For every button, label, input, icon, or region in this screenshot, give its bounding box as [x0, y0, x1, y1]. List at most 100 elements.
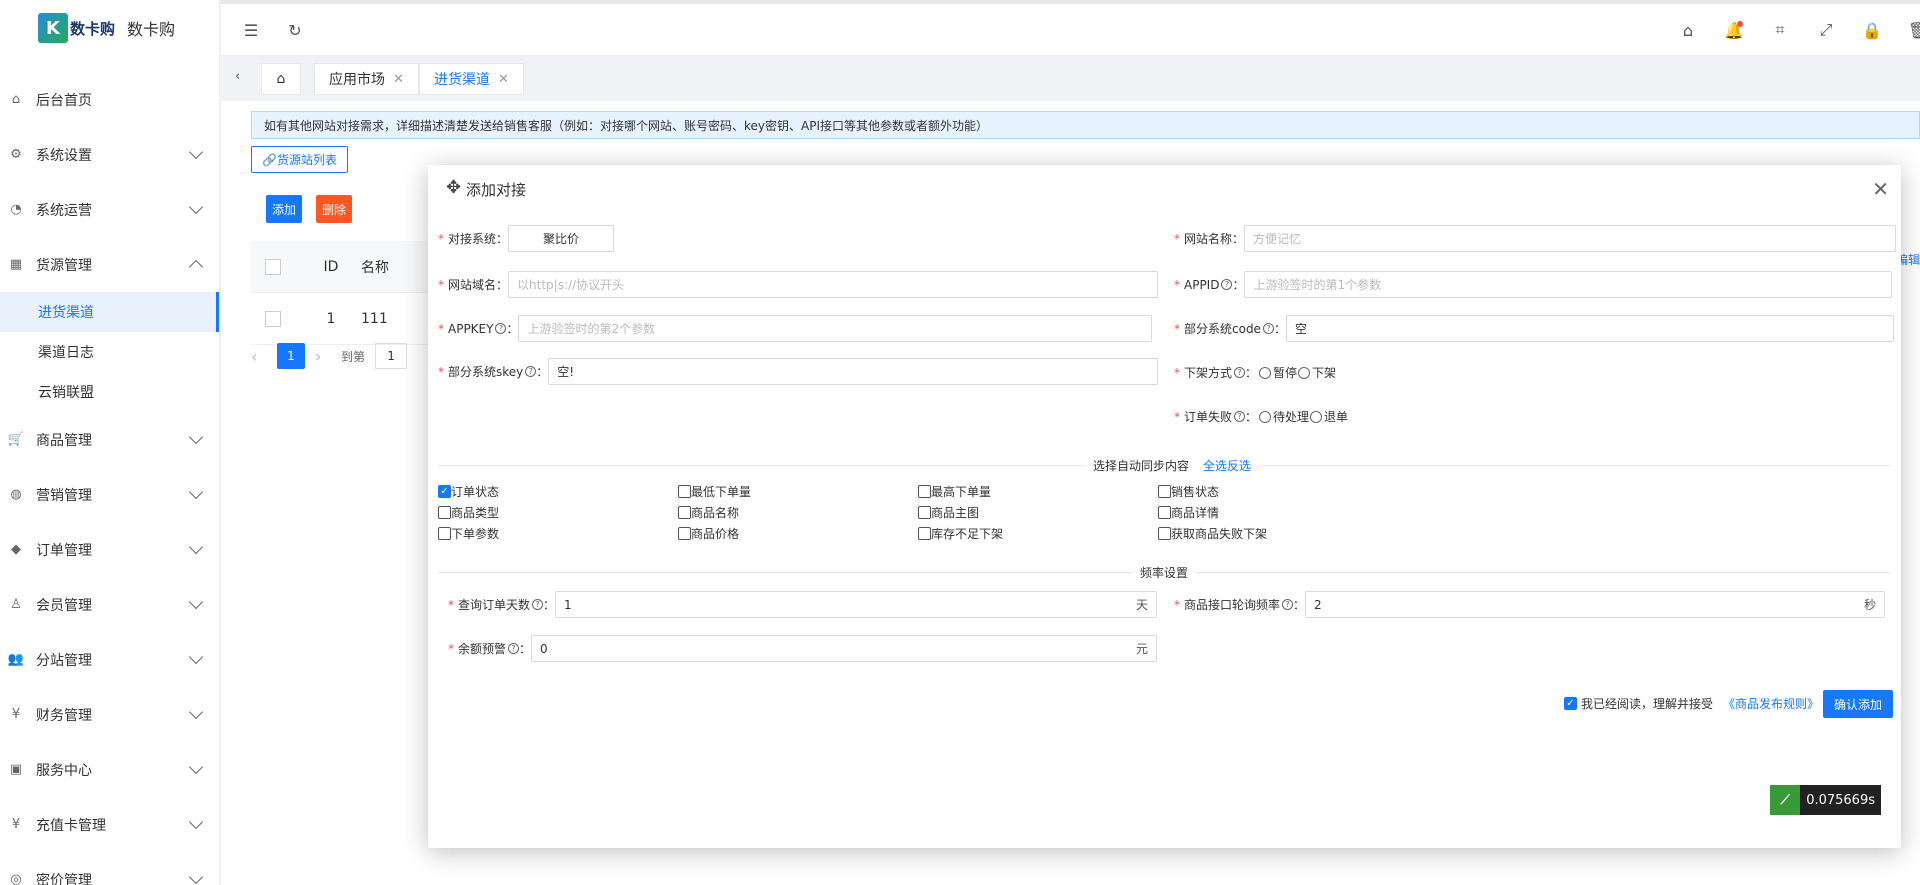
sidebar-item-finance[interactable]: ¥ 财务管理	[0, 687, 219, 742]
source-list-button[interactable]: 🔗 货源站列表	[251, 146, 348, 173]
chevron-left-icon[interactable]: ‹	[235, 69, 253, 87]
help-icon[interactable]: ?	[525, 366, 537, 377]
add-button[interactable]: 添加	[266, 195, 302, 223]
sidebar-item-system-operations[interactable]: ◔ 系统运营	[0, 182, 219, 237]
sidebar-subitem-cloud-alliance[interactable]: 云销联盟	[0, 372, 219, 412]
confirm-add-button[interactable]: 确认添加	[1822, 690, 1893, 718]
sync-min-order[interactable]: 最低下单量	[678, 483, 751, 500]
select-all-toggle[interactable]: 全选反选	[1203, 459, 1251, 473]
sidebar-item-marketing[interactable]: ◍ 营销管理	[0, 467, 219, 522]
domain-input[interactable]: 以http|s://协议开头	[508, 271, 1159, 298]
sync-product-price[interactable]: 商品价格	[678, 525, 739, 542]
help-icon[interactable]: ?	[532, 599, 544, 610]
sidebar-item-label: 系统设置	[36, 147, 92, 164]
poll-frequency-input[interactable]: 2 秒	[1305, 591, 1886, 618]
sidebar-item-label: 充值卡管理	[36, 817, 106, 834]
appid-input[interactable]: 上游验签时的第1个参数	[1244, 271, 1893, 298]
balance-warning-input[interactable]: 0 元	[531, 635, 1158, 662]
modal-title: 添加对接	[466, 181, 527, 199]
sidebar-item-members[interactable]: ♙ 会员管理	[0, 577, 219, 632]
radio-pending[interactable]	[1259, 410, 1272, 423]
sidebar-item-supply[interactable]: ▦ 货源管理	[0, 237, 219, 292]
trash-icon[interactable]: 🗑	[1908, 20, 1920, 40]
tag-icon[interactable]: ⌗	[1770, 20, 1790, 40]
sync-product-type[interactable]: 商品类型	[438, 504, 499, 521]
next-page-icon[interactable]: ›	[315, 347, 331, 366]
sidebar-subitem-purchase-channel[interactable]: 进货渠道	[0, 292, 219, 332]
sidebar-item-home[interactable]: ⌂ 后台首页	[0, 72, 219, 127]
appkey-label: APPKEY	[448, 321, 494, 336]
close-icon[interactable]: ✕	[498, 72, 509, 87]
current-page[interactable]: 1	[277, 343, 305, 369]
sync-max-order[interactable]: 最高下单量	[918, 483, 991, 500]
checkbox-label: 最高下单量	[931, 485, 992, 499]
appkey-input[interactable]: 上游验签时的第2个参数	[518, 315, 1153, 342]
sync-product-image[interactable]: 商品主图	[918, 504, 979, 521]
help-icon[interactable]: ?	[1282, 599, 1294, 610]
close-icon[interactable]: ✕	[1872, 177, 1889, 201]
delete-button[interactable]: 删除	[316, 195, 352, 223]
site-name-input[interactable]: 方便记忆	[1244, 225, 1897, 252]
query-days-label: 查询订单天数	[458, 598, 531, 612]
help-icon[interactable]: ?	[1221, 279, 1233, 290]
move-icon[interactable]: ✥	[446, 177, 461, 198]
sync-sale-status[interactable]: 销售状态	[1158, 483, 1219, 500]
required-mark: *	[1174, 597, 1180, 612]
chevron-down-icon	[188, 539, 204, 555]
link-icon: 🔗	[262, 152, 277, 167]
sidebar-item-substations[interactable]: 👥 分站管理	[0, 632, 219, 687]
agree-checkbox[interactable]: ✓	[1563, 697, 1577, 710]
domain-field: * 网站域名： 以http|s://协议开头	[438, 271, 1159, 298]
skey-input[interactable]: 空!	[548, 358, 1159, 385]
help-icon[interactable]: ?	[1234, 411, 1246, 422]
bell-icon[interactable]: 🔔	[1724, 20, 1744, 40]
order-fail-field: * 订单失败 ?： 待处理 退单	[1174, 409, 1349, 425]
home-icon[interactable]: ⌂	[1678, 20, 1698, 40]
help-icon[interactable]: ?	[1262, 323, 1274, 334]
col-id-header[interactable]: ID	[301, 259, 361, 275]
sync-fetch-fail-offshelf[interactable]: 获取商品失败下架	[1158, 525, 1267, 542]
tab-label: 进货渠道	[434, 72, 490, 88]
sidebar-item-recharge-card[interactable]: ¥ 充值卡管理	[0, 797, 219, 852]
required-mark: *	[438, 277, 444, 292]
sync-product-detail[interactable]: 商品详情	[1158, 504, 1219, 521]
fullscreen-icon[interactable]: ⤢	[1816, 20, 1836, 40]
sidebar-item-system-settings[interactable]: ⚙ 系统设置	[0, 127, 219, 182]
prev-page-icon[interactable]: ‹	[251, 347, 267, 366]
sync-section-label: 选择自动同步内容	[1093, 459, 1190, 473]
cell-name: 111	[361, 310, 388, 327]
sync-order-params[interactable]: 下单参数	[438, 525, 499, 542]
radio-refund[interactable]	[1310, 410, 1323, 423]
rules-link[interactable]: 《商品发布规则》	[1723, 695, 1819, 712]
help-icon[interactable]: ?	[495, 323, 507, 334]
select-all-checkbox[interactable]	[265, 258, 281, 275]
sync-low-stock-offshelf[interactable]: 库存不足下架	[918, 525, 1003, 542]
radio-offshelf[interactable]	[1298, 366, 1311, 379]
row-checkbox[interactable]	[265, 310, 281, 327]
help-icon[interactable]: ?	[508, 643, 520, 654]
radio-pause[interactable]	[1259, 366, 1272, 379]
help-icon[interactable]: ?	[1234, 367, 1246, 378]
sidebar-item-secret-price[interactable]: ◎ 密价管理	[0, 852, 219, 885]
logo[interactable]: K 数卡购 数卡购	[0, 0, 219, 56]
tab-app-market[interactable]: 应用市场 ✕	[314, 63, 419, 95]
sync-order-status[interactable]: ✓ 订单状态	[438, 483, 499, 500]
site-name-label: 网站名称	[1184, 232, 1233, 246]
code-input[interactable]: 空	[1285, 315, 1894, 342]
sidebar-item-orders[interactable]: ◆ 订单管理	[0, 522, 219, 577]
checkbox-icon	[918, 485, 931, 498]
refresh-icon[interactable]: ↻	[285, 20, 305, 40]
query-days-input[interactable]: 1 天	[555, 591, 1158, 618]
tab-purchase-channel[interactable]: 进货渠道 ✕	[419, 63, 524, 95]
close-icon[interactable]: ✕	[393, 72, 404, 87]
sidebar-item-service[interactable]: ▣ 服务中心	[0, 742, 219, 797]
goto-page-input[interactable]: 1	[375, 343, 408, 369]
tab-bar: ‹ ⌂ 应用市场 ✕ 进货渠道 ✕	[221, 57, 1920, 101]
system-select[interactable]: 聚比价	[508, 225, 615, 252]
menu-toggle-icon[interactable]: ☰	[241, 20, 261, 40]
tab-home[interactable]: ⌂	[261, 63, 301, 95]
sidebar-item-products[interactable]: 🛒 商品管理	[0, 412, 219, 467]
sidebar-subitem-channel-log[interactable]: 渠道日志	[0, 332, 219, 372]
sync-product-name[interactable]: 商品名称	[678, 504, 739, 521]
lock-icon[interactable]: 🔒	[1862, 20, 1882, 40]
